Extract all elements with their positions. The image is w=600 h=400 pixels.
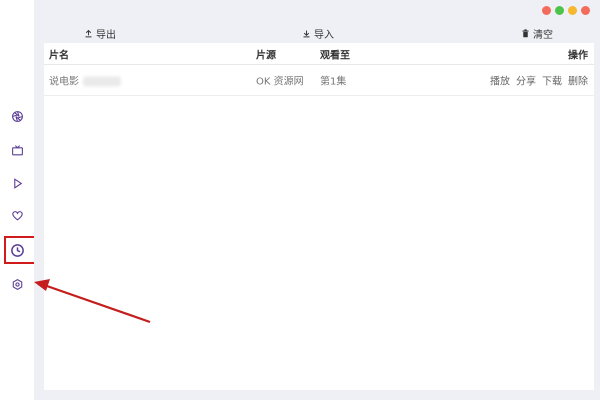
column-header-source: 片源 xyxy=(256,50,276,61)
import-button[interactable]: 导入 xyxy=(302,26,334,41)
column-header-watched: 观看至 xyxy=(320,50,350,61)
row-name-cell: 说电影 xyxy=(49,73,121,88)
download-action[interactable]: 下载 xyxy=(542,73,562,88)
row-watched: 第1集 xyxy=(320,76,347,88)
history-table: 片名 片源 观看至 操作 说电影 OK 资源网 第1集 播放 分享 下载 删除 xyxy=(44,43,594,390)
toolbar: 导出 导入 清空 xyxy=(44,24,594,42)
tv-icon xyxy=(11,144,23,155)
sidebar xyxy=(0,0,34,400)
row-name: 说电影 xyxy=(49,76,79,88)
export-button[interactable]: 导出 xyxy=(84,26,116,41)
column-header-name: 片名 xyxy=(49,50,69,61)
play-icon xyxy=(13,177,22,189)
window-maximize-button[interactable] xyxy=(555,6,564,15)
aperture-icon xyxy=(11,110,23,122)
highlight-box xyxy=(4,236,36,264)
clear-label: 清空 xyxy=(533,30,553,41)
sidebar-item-play[interactable] xyxy=(5,171,29,195)
heart-icon xyxy=(11,210,23,221)
window-controls xyxy=(542,6,590,15)
sidebar-item-tv[interactable] xyxy=(5,138,29,162)
blurred-text xyxy=(83,76,121,87)
window-close-button[interactable] xyxy=(542,6,551,15)
sidebar-item-settings[interactable] xyxy=(5,272,29,296)
settings-icon xyxy=(12,278,22,290)
table-header: 片名 片源 观看至 操作 xyxy=(44,43,594,65)
trash-icon xyxy=(522,29,529,38)
upload-icon xyxy=(85,29,92,38)
play-action[interactable]: 播放 xyxy=(490,73,510,88)
share-action[interactable]: 分享 xyxy=(516,73,536,88)
table-row[interactable]: 说电影 OK 资源网 第1集 播放 分享 下载 删除 xyxy=(44,65,594,96)
column-header-actions: 操作 xyxy=(568,50,588,61)
row-actions: 播放 分享 下载 删除 xyxy=(490,73,588,88)
window-minimize-button[interactable] xyxy=(568,6,577,15)
main-content: 导出 导入 清空 片名 片源 观看至 操作 说电影 OK 资源网 第1集 播放 … xyxy=(34,0,600,400)
window-close-button-2[interactable] xyxy=(581,6,590,15)
export-label: 导出 xyxy=(96,30,116,41)
delete-action[interactable]: 删除 xyxy=(568,73,588,88)
download-icon xyxy=(303,30,310,38)
row-source: OK 资源网 xyxy=(256,76,304,88)
import-label: 导入 xyxy=(314,30,334,41)
clear-button[interactable]: 清空 xyxy=(521,26,553,41)
sidebar-item-home[interactable] xyxy=(5,104,29,128)
sidebar-item-favorites[interactable] xyxy=(5,203,29,227)
